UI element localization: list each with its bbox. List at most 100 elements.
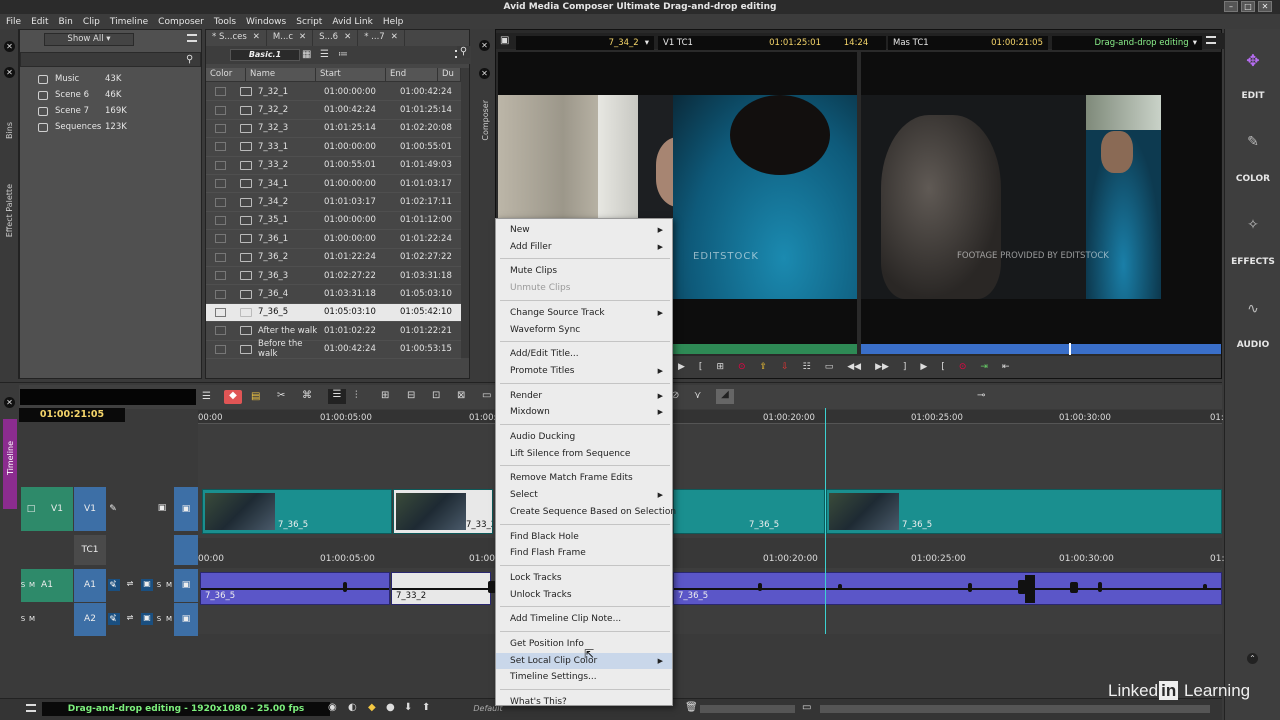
overwrite-icon[interactable]: ⊟ xyxy=(407,390,415,401)
search-icon[interactable]: ⚲ xyxy=(186,54,193,65)
clip-row[interactable]: 7_36_3 01:02:27:22 01:03:31:18 xyxy=(206,267,461,286)
track-monitor-toggle[interactable]: ▣ xyxy=(174,487,198,531)
video-clip[interactable]: 7_36_5 xyxy=(826,489,1222,534)
video-clip[interactable]: 7_36_5 xyxy=(673,489,825,534)
clip-row[interactable]: 7_34_1 01:00:00:00 01:01:03:17 xyxy=(206,175,461,194)
list-icon[interactable]: ☷ xyxy=(803,362,811,372)
zoom-icon[interactable]: ⊸ xyxy=(977,390,985,401)
selection-icon[interactable]: ☰ xyxy=(328,389,346,404)
bin-tab[interactable]: * S...ces ✕ xyxy=(206,30,267,46)
close-icon[interactable]: ✕ xyxy=(4,41,15,52)
close-icon[interactable]: ✕ xyxy=(4,397,15,408)
overwrite-icon[interactable]: ⇩ xyxy=(781,362,789,372)
context-menu-item[interactable]: What's This? xyxy=(496,694,672,710)
context-menu-item[interactable]: Waveform Sync xyxy=(496,322,672,338)
bin-item[interactable]: Sequences 123K xyxy=(38,119,127,135)
timeline-timecode[interactable]: 01:00:21:05 xyxy=(19,408,125,422)
video-clip[interactable]: 7_33_2 xyxy=(393,489,493,534)
play-icon[interactable]: ▶ xyxy=(920,362,927,372)
tab-timeline[interactable]: Timeline xyxy=(3,419,17,509)
color-swatch[interactable] xyxy=(215,271,226,281)
record-icon[interactable]: ◆ xyxy=(224,390,242,404)
clip-row[interactable]: 7_32_3 01:01:25:14 01:02:20:08 xyxy=(206,120,461,139)
menu-timeline[interactable]: Timeline xyxy=(110,17,148,27)
trim-icon[interactable]: ⌘ xyxy=(302,390,312,401)
lift-icon[interactable]: ⊡ xyxy=(432,390,440,401)
splice-in-icon[interactable]: ⇪ xyxy=(760,362,768,372)
clip-row[interactable]: 7_33_2 01:00:55:01 01:01:49:03 xyxy=(206,157,461,175)
context-menu-item[interactable]: Find Black Hole xyxy=(496,529,672,545)
audio-monitor-icon[interactable]: ⇌ xyxy=(123,579,137,591)
chevron-up-icon[interactable]: ⌃ xyxy=(1247,653,1258,664)
context-menu-item[interactable]: Add Filler ▶ xyxy=(496,239,672,255)
column-header[interactable]: Name xyxy=(246,68,316,81)
context-menu-item[interactable]: Create Sequence Based on Selection xyxy=(496,504,676,520)
workspace-color[interactable]: COLOR xyxy=(1225,174,1280,184)
hamburger-icon[interactable] xyxy=(187,34,197,42)
tab-effect-palette[interactable]: Effect Palette xyxy=(5,184,14,237)
close-icon[interactable]: ✕ xyxy=(299,32,306,42)
bin-view-select[interactable]: Basic.1 xyxy=(230,49,300,61)
menu-windows[interactable]: Windows xyxy=(246,17,286,27)
close-icon[interactable]: ✕ xyxy=(253,32,260,42)
column-header[interactable]: Color xyxy=(206,68,246,81)
bin-item[interactable]: Music 43K xyxy=(38,71,121,87)
color-swatch[interactable] xyxy=(215,87,226,97)
mark-clip-icon[interactable]: ⊙ xyxy=(738,362,746,372)
clip-row[interactable]: 7_35_1 01:00:00:00 01:01:12:00 xyxy=(206,212,461,231)
audio-clip[interactable]: 7_36_5 xyxy=(200,572,390,605)
tab-bins[interactable]: Bins xyxy=(5,122,14,139)
solo-button[interactable]: S xyxy=(19,581,27,589)
volume-icon[interactable]: ▣ xyxy=(141,579,153,591)
arrow-up-icon[interactable]: ⬆ xyxy=(422,702,430,713)
source-track-selector[interactable]: □ xyxy=(21,487,41,531)
mute-button[interactable]: M xyxy=(27,581,37,589)
menu-help[interactable]: Help xyxy=(383,17,404,27)
menu-bin[interactable]: Bin xyxy=(59,17,73,27)
clip-row[interactable]: 7_32_1 01:00:00:00 01:00:42:24 xyxy=(206,83,461,102)
clip-row[interactable]: 7_32_2 01:00:42:24 01:01:25:14 xyxy=(206,101,461,120)
context-menu-item[interactable]: New ▶ xyxy=(496,222,672,238)
record-track-v1[interactable]: V1 xyxy=(74,487,106,531)
rewind-icon[interactable]: ◀◀ xyxy=(847,362,861,372)
color-swatch[interactable] xyxy=(215,105,226,115)
play-icon[interactable]: ▶ xyxy=(678,362,685,372)
scissors-icon[interactable]: ✂ xyxy=(277,390,285,401)
clip-row[interactable]: 7_36_4 01:03:31:18 01:05:03:10 xyxy=(206,285,461,304)
audio-clip[interactable]: 7_36_5 xyxy=(673,572,1222,605)
clip-row[interactable]: 7_36_2 01:01:22:24 01:02:27:22 xyxy=(206,249,461,267)
mute-button[interactable]: M xyxy=(27,615,37,623)
clip-row[interactable]: Before the walk 01:00:42:24 01:00:53:15 xyxy=(206,339,461,359)
column-header[interactable]: End xyxy=(386,68,438,81)
column-header[interactable]: Du xyxy=(438,68,461,81)
close-icon[interactable]: ✕ xyxy=(391,32,398,42)
audio-icon[interactable]: ● xyxy=(386,702,395,713)
close-icon[interactable]: ✕ xyxy=(479,40,490,51)
context-menu-item[interactable]: Render ▶ xyxy=(496,388,672,404)
color-swatch[interactable] xyxy=(215,326,226,336)
maximize-button[interactable]: □ xyxy=(1241,1,1255,12)
audio-clip[interactable]: 7_33_2 xyxy=(391,572,491,605)
record-track-a1[interactable]: A1 xyxy=(74,569,106,602)
timeline-ruler[interactable]: 00:00 01:00:05:00 01:00: 01:00:20:00 01:00:2… xyxy=(198,410,1224,424)
monitor-icon[interactable]: ▭ xyxy=(482,390,491,401)
volume-icon[interactable]: ▣ xyxy=(141,613,153,625)
waveform-icon[interactable]: ⋎ xyxy=(694,390,701,401)
workspace-effects[interactable]: EFFECTS xyxy=(1225,257,1280,267)
context-menu-item[interactable]: Lift Silence from Sequence xyxy=(496,446,672,462)
list-view-icon[interactable]: ≔ xyxy=(338,49,348,60)
show-all-dropdown[interactable]: Show All ▾ xyxy=(44,33,134,46)
context-menu-item[interactable]: Select ▶ xyxy=(496,487,672,503)
context-menu-item[interactable]: Audio Ducking xyxy=(496,429,672,445)
mark-in-icon[interactable]: [ xyxy=(699,362,703,372)
monitor-icon[interactable]: ▣ xyxy=(500,35,509,46)
video-clip[interactable]: 7_36_5 xyxy=(202,489,392,534)
focus-icon[interactable]: ▭ xyxy=(802,702,811,713)
extract-icon[interactable]: ⇤ xyxy=(1002,362,1010,372)
menu-edit[interactable]: Edit xyxy=(31,17,48,27)
pencil-icon[interactable]: ✎ xyxy=(108,615,118,625)
master-timecode[interactable]: Mas TC1 01:00:21:05 xyxy=(888,36,1048,50)
audio-monitor-icon[interactable]: ⇌ xyxy=(123,613,137,625)
bins-search-input[interactable] xyxy=(20,52,201,67)
bin-tab[interactable]: * ...7 ✕ xyxy=(358,30,405,46)
